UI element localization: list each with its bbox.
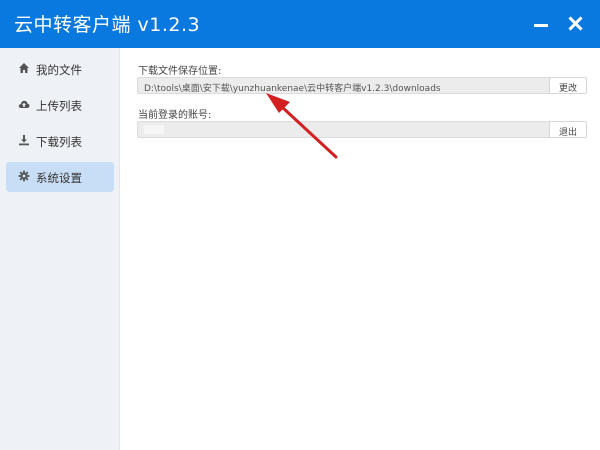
annotation-arrow (266, 93, 338, 159)
